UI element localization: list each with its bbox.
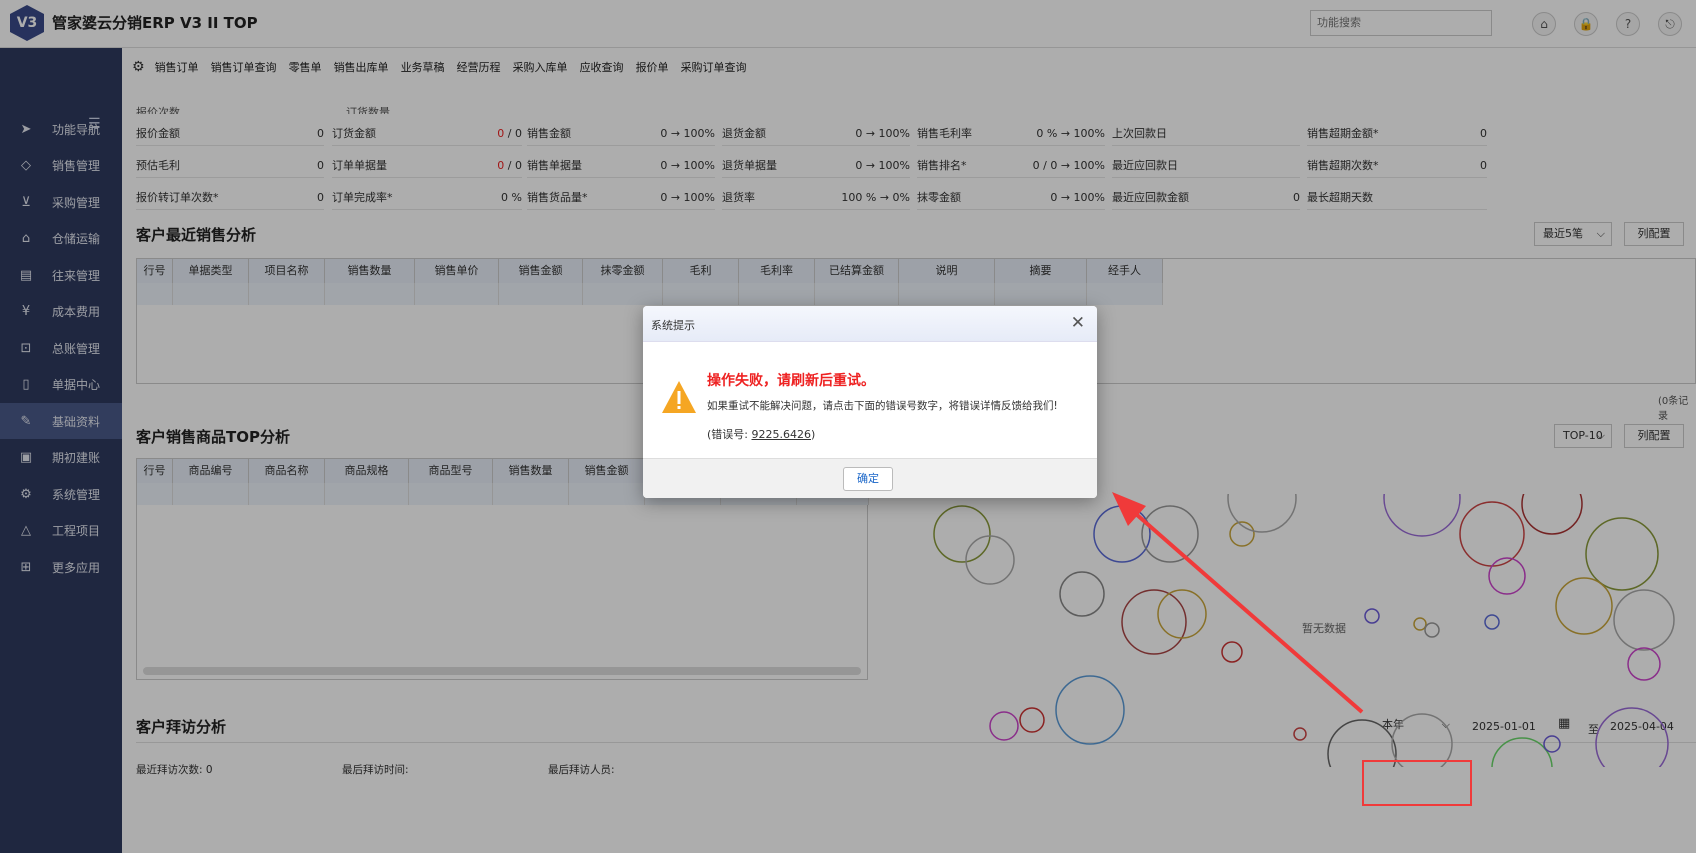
error-code-link[interactable]: 9225.6426 [752, 428, 812, 441]
close-icon[interactable]: ✕ [1071, 313, 1085, 333]
dialog-footer: 确定 [643, 458, 1097, 498]
error-description: 如果重试不能解决问题，请点击下面的错误号数字，将错误详情反馈给我们! [707, 400, 1058, 412]
annotation-highlight-box [1362, 760, 1472, 806]
error-code-line: (错误号: 9225.6426) [707, 428, 816, 441]
system-alert-dialog: 系统提示 ✕ 操作失败，请刷新后重试。 如果重试不能解决问题，请点击下面的错误号… [643, 306, 1097, 498]
warning-icon [662, 381, 696, 413]
dialog-header: 系统提示 ✕ [643, 306, 1097, 342]
dialog-title: 系统提示 [651, 319, 695, 332]
error-message: 操作失败，请刷新后重试。 [707, 373, 875, 389]
ok-button[interactable]: 确定 [843, 467, 893, 491]
